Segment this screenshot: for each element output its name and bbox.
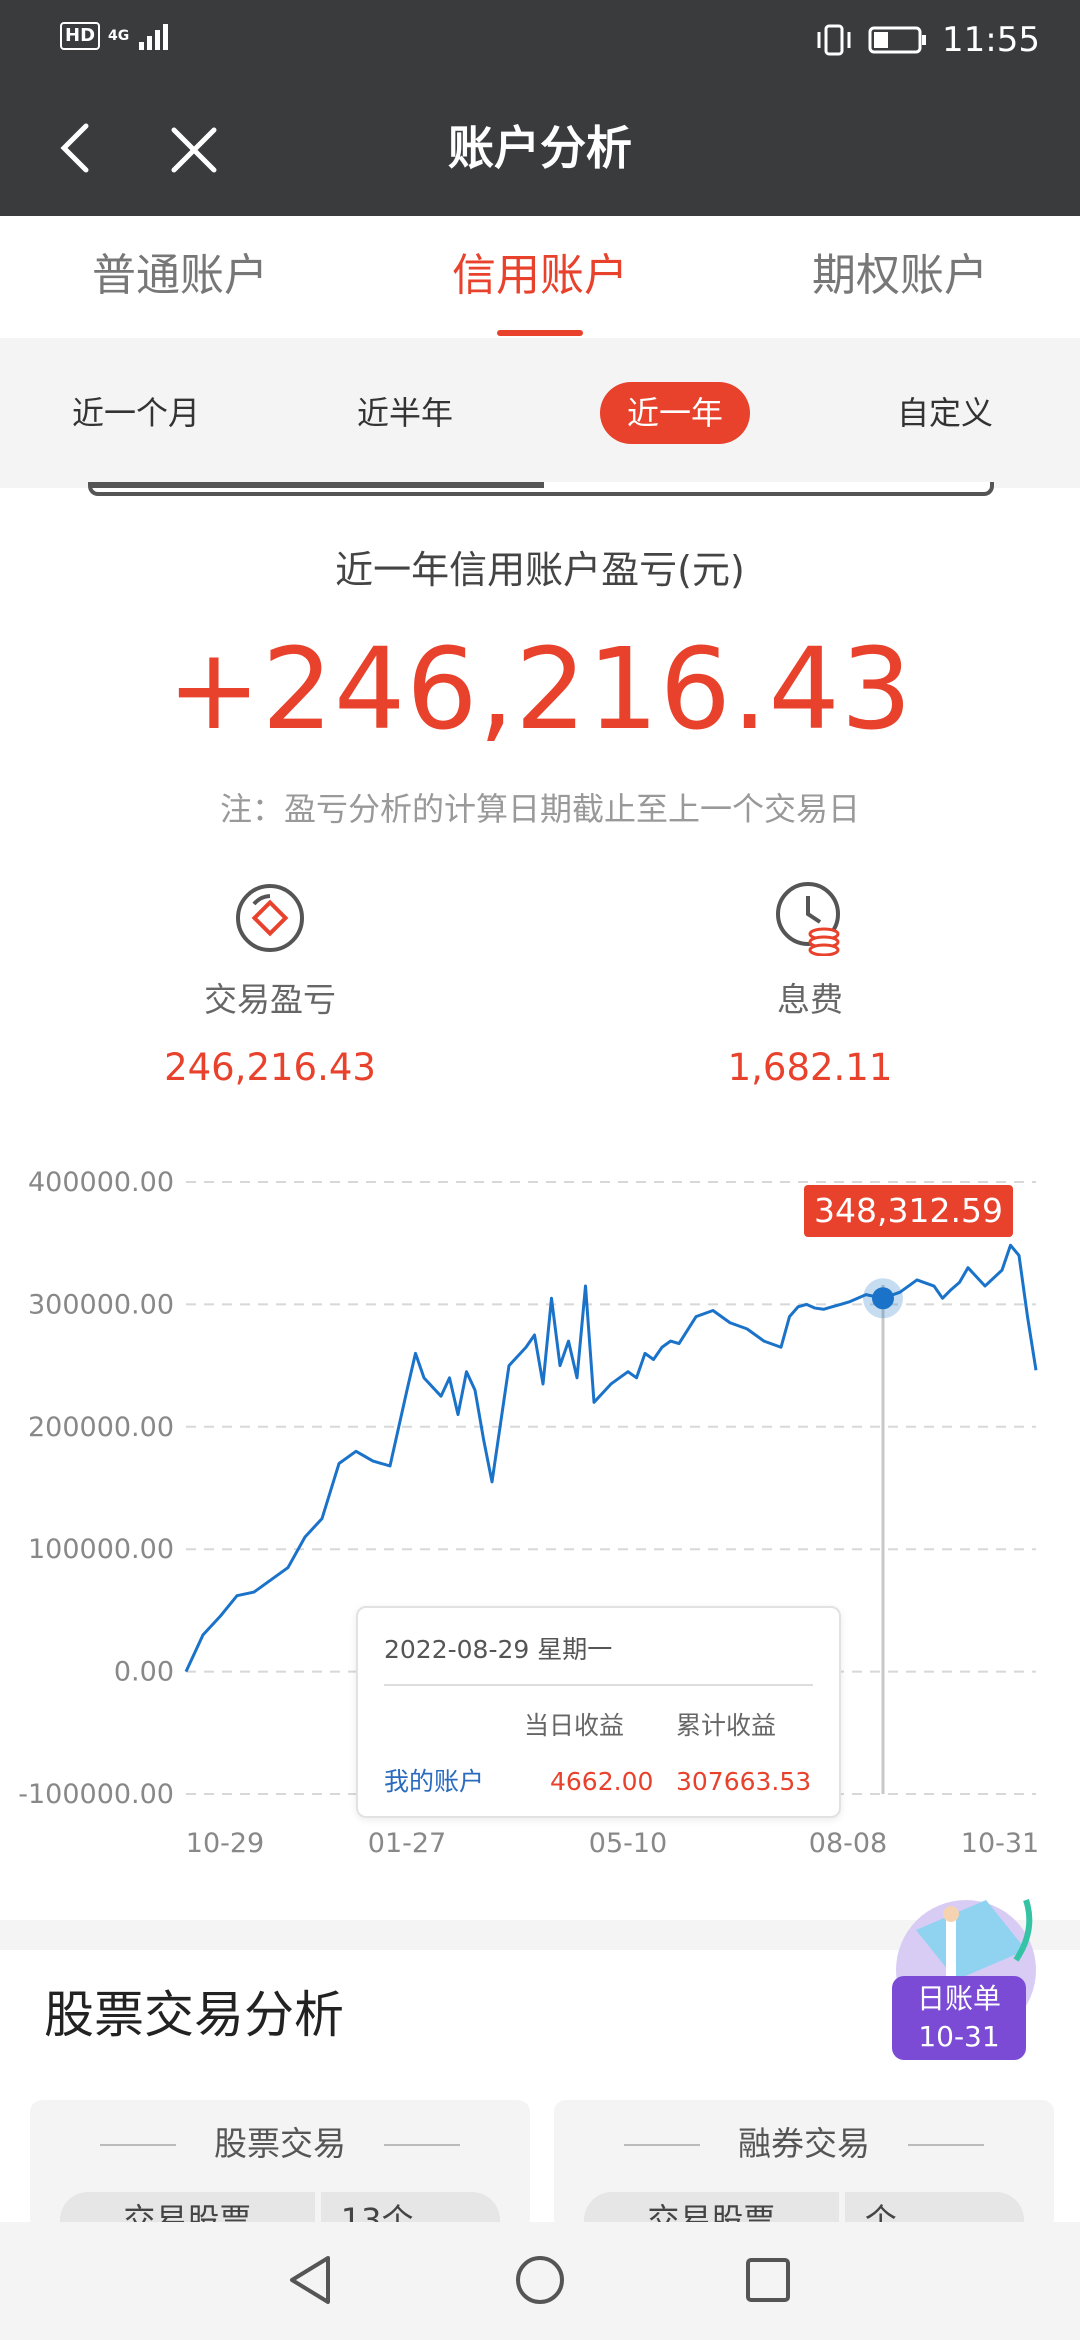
active-tab-indicator (497, 330, 583, 336)
period-one-year[interactable]: 近一年 (600, 382, 750, 444)
x-tick-label: 05-10 (589, 1828, 667, 1859)
cursor-point (872, 1287, 894, 1310)
metric-trade-pnl[interactable]: 交易盈亏 246,216.43 (70, 880, 470, 1092)
nav-home-icon[interactable] (508, 2248, 572, 2312)
period-one-month[interactable]: 近一个月 (56, 382, 216, 444)
metric-value: 246,216.43 (164, 1046, 376, 1089)
promo-line1: 日账单 (916, 1982, 1001, 2015)
scroll-indicator (88, 482, 994, 496)
vibrate-icon (817, 24, 851, 56)
tooltip-daily-value: 4662.00 (550, 1767, 654, 1796)
card-title: 股票交易 (30, 2120, 530, 2168)
signal-icon (139, 24, 169, 50)
page-title: 账户分析 (448, 121, 632, 175)
tab-normal-account[interactable]: 普通账户 (0, 246, 360, 306)
status-left: HD 4G (60, 20, 177, 52)
clock: 11:55 (942, 20, 1040, 60)
y-tick-label: 400000.00 (28, 1167, 174, 1198)
x-tick-label: 08-08 (809, 1828, 887, 1859)
period-custom[interactable]: 自定义 (880, 382, 1010, 444)
summary-note: 注：盈亏分析的计算日期截止至上一个交易日 (219, 790, 860, 828)
hd-badge: HD (60, 22, 101, 50)
network-type: 4G (108, 28, 130, 44)
metric-interest-fee[interactable]: 息费 1,682.11 (610, 880, 1010, 1092)
tooltip-col-daily: 当日收益 (524, 1711, 625, 1740)
x-tick-label: 10-29 (186, 1828, 264, 1859)
chart-tooltip: 2022-08-29 星期一 当日收益 累计收益 我的账户 4662.00 30… (356, 1606, 841, 1818)
tab-credit-account[interactable]: 信用账户 (360, 246, 720, 306)
period-half-year[interactable]: 近半年 (340, 382, 470, 444)
tooltip-col-cumulative: 累计收益 (676, 1711, 777, 1740)
stock-trade-card[interactable]: 股票交易 交易股票 13个 (30, 2100, 530, 2230)
y-tick-label: 100000.00 (28, 1534, 174, 1565)
metric-label: 交易盈亏 (204, 980, 336, 1019)
short-sell-card[interactable]: 融券交易 交易股票 个 (554, 2100, 1054, 2230)
x-tick-label: 01-27 (368, 1828, 446, 1859)
summary-title: 近一年信用账户盈亏(元) (335, 548, 745, 592)
app-header: 账户分析 (0, 80, 1080, 216)
y-tick-label: 0.00 (114, 1657, 174, 1688)
y-tick-label: 300000.00 (28, 1289, 174, 1320)
daily-bill-button[interactable]: 日账单 10-31 (892, 1976, 1026, 2060)
period-tabs: 近一个月 近半年 近一年 自定义 (0, 338, 1080, 488)
status-bar: HD 4G 11:55 (0, 0, 1080, 80)
promo-line2: 10-31 (918, 2020, 1000, 2053)
y-tick-label: -100000.00 (18, 1779, 174, 1810)
y-tick-label: 200000.00 (28, 1412, 174, 1443)
system-nav-bar (0, 2222, 1080, 2340)
account-tabs: 普通账户 信用账户 期权账户 (0, 216, 1080, 338)
peak-value-badge: 348,312.59 (804, 1185, 1013, 1237)
metric-label: 息费 (777, 980, 843, 1019)
interest-fee-icon (776, 882, 840, 956)
tooltip-account: 我的账户 (384, 1767, 485, 1796)
x-tick-label: 10-31 (961, 1828, 1039, 1859)
tooltip-date: 2022-08-29 星期一 (384, 1635, 613, 1664)
trade-pnl-icon (236, 884, 304, 952)
nav-recents-icon[interactable] (736, 2248, 800, 2312)
card-title: 融券交易 (554, 2120, 1054, 2168)
metric-value: 1,682.11 (727, 1046, 893, 1089)
tooltip-divider (384, 1684, 813, 1686)
nav-back-icon[interactable] (280, 2248, 344, 2312)
summary-value: +246,216.43 (166, 625, 914, 755)
battery-icon (868, 26, 927, 54)
section-title: 股票交易分析 (44, 1986, 344, 2044)
tooltip-cumulative-value: 307663.53 (676, 1767, 812, 1796)
tab-option-account[interactable]: 期权账户 (720, 246, 1080, 306)
status-right: 11:55 (814, 18, 1040, 62)
